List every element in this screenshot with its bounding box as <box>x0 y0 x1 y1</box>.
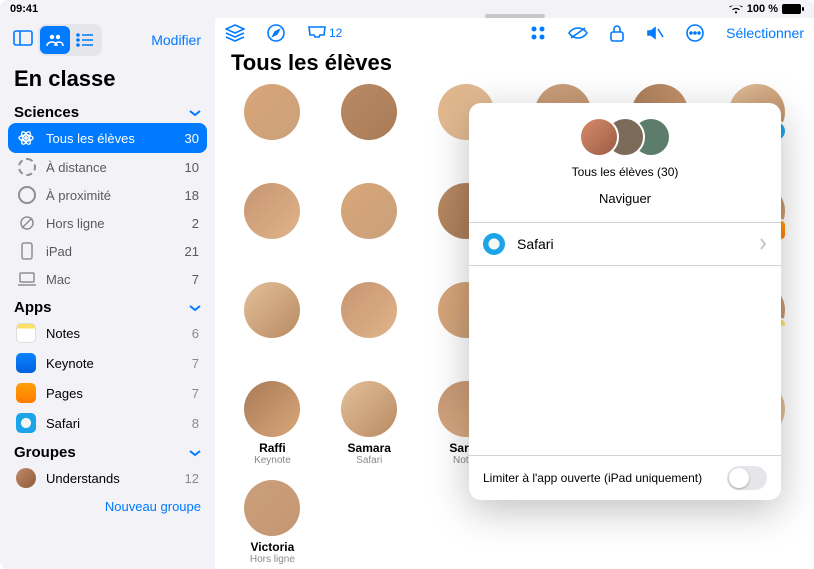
sidebar-item-remote[interactable]: À distance 10 <box>8 153 207 181</box>
student-name: Victoria <box>251 540 295 554</box>
edit-button[interactable]: Modifier <box>151 32 207 48</box>
list-view-icon[interactable] <box>70 26 100 54</box>
modal-title: Naviguer <box>469 191 781 214</box>
sidebar-item-notes[interactable]: Notes 6 <box>8 318 207 348</box>
student-cell[interactable] <box>328 282 411 367</box>
main-title: Tous les élèves <box>215 48 814 84</box>
battery-pct: 100 % <box>747 3 778 15</box>
student-cell[interactable] <box>328 84 411 169</box>
limit-toggle[interactable] <box>727 466 767 490</box>
avatar <box>579 117 619 157</box>
sidebar-item-safari[interactable]: Safari 8 <box>8 408 207 438</box>
status-time: 09:41 <box>10 3 38 15</box>
avatar <box>244 183 300 239</box>
chevron-down-icon <box>189 304 201 312</box>
grid-icon[interactable] <box>530 25 546 41</box>
student-cell[interactable] <box>231 183 314 268</box>
sidebar-item-offline[interactable]: Hors ligne 2 <box>8 209 207 237</box>
sidebar-item-pages[interactable]: Pages 7 <box>8 378 207 408</box>
sidebar-item-all-students[interactable]: Tous les élèves 30 <box>8 123 207 153</box>
student-cell[interactable] <box>328 183 411 268</box>
student-name: Raffi <box>259 441 286 455</box>
more-icon[interactable] <box>686 24 704 42</box>
sidebar-item-ipad[interactable]: iPad 21 <box>8 237 207 265</box>
grabber-icon[interactable] <box>485 14 545 18</box>
student-cell[interactable]: SamaraSafari <box>328 381 411 466</box>
mute-icon[interactable] <box>646 25 664 41</box>
avatar <box>244 381 300 437</box>
student-name: Samara <box>348 441 391 455</box>
offline-icon <box>18 214 36 232</box>
student-cell[interactable] <box>231 282 314 367</box>
eye-off-icon[interactable] <box>568 26 588 40</box>
layers-icon[interactable] <box>225 24 245 42</box>
compass-icon[interactable] <box>267 24 285 42</box>
student-cell[interactable]: RaffiKeynote <box>231 381 314 466</box>
student-cell[interactable]: VictoriaHors ligne <box>231 480 314 565</box>
solid-circle-icon <box>18 186 36 204</box>
mac-icon <box>18 270 36 288</box>
sidebar-item-mac[interactable]: Mac 7 <box>8 265 207 293</box>
section-sciences[interactable]: Sciences <box>0 98 215 123</box>
pages-icon <box>16 383 36 403</box>
dashed-circle-icon <box>18 158 36 176</box>
section-apps[interactable]: Apps <box>0 293 215 318</box>
sidebar: Modifier En classe Sciences Tous les élè… <box>0 18 215 569</box>
avatar <box>341 282 397 338</box>
student-app: Hors ligne <box>250 554 295 565</box>
avatar <box>341 183 397 239</box>
ipad-icon <box>18 242 36 260</box>
modal-footer: Limiter à l'app ouverte (iPad uniquement… <box>469 455 781 500</box>
select-button[interactable]: Sélectionner <box>726 25 804 41</box>
chevron-down-icon <box>189 449 201 457</box>
sidebar-item-nearby[interactable]: À proximité 18 <box>8 181 207 209</box>
navigate-modal: Tous les élèves (30) Naviguer Safari Lim… <box>469 103 781 500</box>
wifi-icon <box>729 4 743 14</box>
new-group-button[interactable]: Nouveau groupe <box>0 493 215 520</box>
main-toolbar: 12 Sélectionner <box>215 18 814 48</box>
section-groups[interactable]: Groupes <box>0 438 215 463</box>
student-app: Safari <box>356 455 382 466</box>
avatar <box>341 381 397 437</box>
student-app: Keynote <box>254 455 291 466</box>
people-view-icon[interactable] <box>40 26 70 54</box>
chevron-down-icon <box>189 109 201 117</box>
avatar <box>244 282 300 338</box>
group-avatar-icon <box>16 468 36 488</box>
lock-icon[interactable] <box>610 24 624 42</box>
sidebar-toggle-icon[interactable] <box>8 24 38 52</box>
main-content: 12 Sélectionner Tous les élèves BrianSaf… <box>215 18 814 569</box>
avatar <box>244 84 300 140</box>
safari-icon <box>16 413 36 433</box>
bottom-thumbnails <box>215 565 814 569</box>
inbox-icon[interactable]: 12 <box>307 25 342 41</box>
student-cell[interactable] <box>231 84 314 169</box>
avatar-stack <box>579 117 671 157</box>
atom-icon <box>16 128 36 148</box>
safari-icon <box>483 233 505 255</box>
battery-icon <box>782 4 804 14</box>
avatar <box>341 84 397 140</box>
modal-item-safari[interactable]: Safari <box>469 222 781 266</box>
keynote-icon <box>16 353 36 373</box>
status-bar: 09:41 100 % <box>0 0 814 18</box>
sidebar-item-keynote[interactable]: Keynote 7 <box>8 348 207 378</box>
sidebar-item-group-understands[interactable]: Understands 12 <box>8 463 207 493</box>
avatar <box>244 480 300 536</box>
sidebar-title: En classe <box>0 62 215 98</box>
chevron-right-icon <box>759 238 767 250</box>
modal-subtitle: Tous les élèves (30) <box>469 165 781 179</box>
notes-icon <box>16 323 36 343</box>
